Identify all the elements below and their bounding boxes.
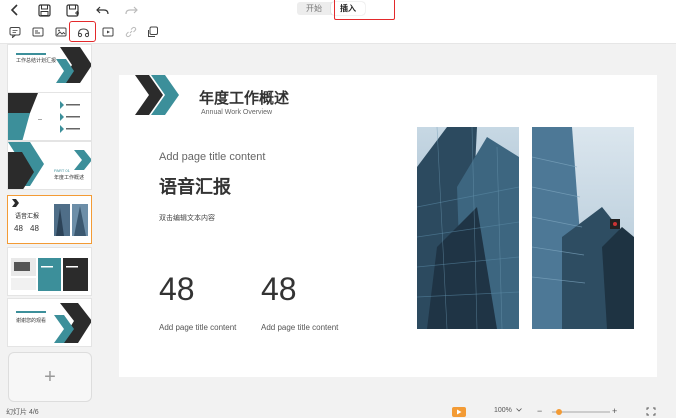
zoom-select[interactable]: 100%	[494, 407, 522, 414]
play-slideshow-button[interactable]	[452, 407, 466, 417]
thumb4-num1: 48	[14, 224, 23, 233]
thumb4-title: 语音汇报	[15, 214, 40, 220]
slide-subtitle: Annual Work Overview	[201, 109, 273, 116]
thumb4-num2: 48	[30, 224, 39, 233]
slide-canvas-area: 年度工作概述 Annual Work Overview Add page tit…	[99, 44, 676, 406]
status-bar: 幻灯片 4/6 100% − +	[0, 406, 676, 418]
zoom-out-button[interactable]: −	[537, 406, 542, 416]
undo-icon[interactable]	[94, 2, 110, 18]
comment-icon[interactable]	[8, 25, 22, 39]
slide-thumbnail-3[interactable]: PART 01 年度工作概述	[7, 141, 92, 190]
current-slide[interactable]: 年度工作概述 Annual Work Overview Add page tit…	[119, 75, 657, 377]
chevron-down-icon	[516, 408, 522, 412]
save-as-icon[interactable]	[65, 2, 81, 18]
slide-heading: 语音汇报	[159, 177, 231, 197]
slide-thumbnail-1[interactable]: 工作总结计划汇报	[7, 44, 92, 93]
link-icon[interactable]	[124, 25, 138, 39]
slide-title: 年度工作概述	[199, 90, 290, 107]
slide-counter: 幻灯片 4/6	[6, 409, 39, 416]
textbox-icon[interactable]	[31, 25, 45, 39]
zoom-slider[interactable]	[552, 409, 610, 415]
slide-body-text: 双击编辑文本内容	[159, 215, 215, 222]
highlight-box-insert	[334, 0, 395, 20]
add-title-text: Add page title content	[159, 151, 266, 163]
zoom-in-button[interactable]: +	[612, 406, 617, 416]
zoom-value: 100%	[494, 407, 512, 414]
slide-thumbnail-4[interactable]: 语音汇报 48 48	[7, 195, 92, 244]
stat-label-2: Add page title content	[261, 323, 339, 332]
save-icon[interactable]	[36, 2, 52, 18]
highlight-box-shape	[69, 21, 96, 42]
slide-thumbnail-2[interactable]	[7, 92, 92, 141]
thumb3-part: PART 01	[54, 168, 70, 173]
back-icon[interactable]	[7, 2, 23, 18]
play-icon	[457, 409, 462, 415]
thumb3-title: 年度工作概述	[54, 175, 85, 181]
media-icon[interactable]	[101, 25, 115, 39]
slide-thumbnail-5[interactable]	[7, 247, 92, 296]
chevron-logo-icon	[135, 75, 179, 115]
stat-value-1: 48	[159, 271, 195, 307]
building-photo-2	[532, 127, 634, 329]
thumb1-title: 工作总结计划汇报	[16, 58, 57, 64]
zoom-slider-handle[interactable]	[556, 409, 562, 415]
building-photo-1	[417, 127, 519, 329]
copy-format-icon[interactable]	[146, 25, 160, 39]
add-slide-button[interactable]: +	[8, 352, 92, 402]
add-slide-plus: +	[44, 365, 56, 388]
image-icon[interactable]	[54, 25, 68, 39]
thumb6-title: 谢谢您的观看	[16, 318, 47, 324]
tab-start[interactable]: 开始	[297, 2, 331, 15]
slide-thumbnail-6[interactable]: 谢谢您的观看	[7, 298, 92, 347]
fit-screen-icon[interactable]	[646, 407, 656, 418]
redo-icon[interactable]	[123, 2, 139, 18]
stat-value-2: 48	[261, 271, 297, 307]
insert-toolbar	[0, 20, 676, 44]
stat-label-1: Add page title content	[159, 323, 237, 332]
